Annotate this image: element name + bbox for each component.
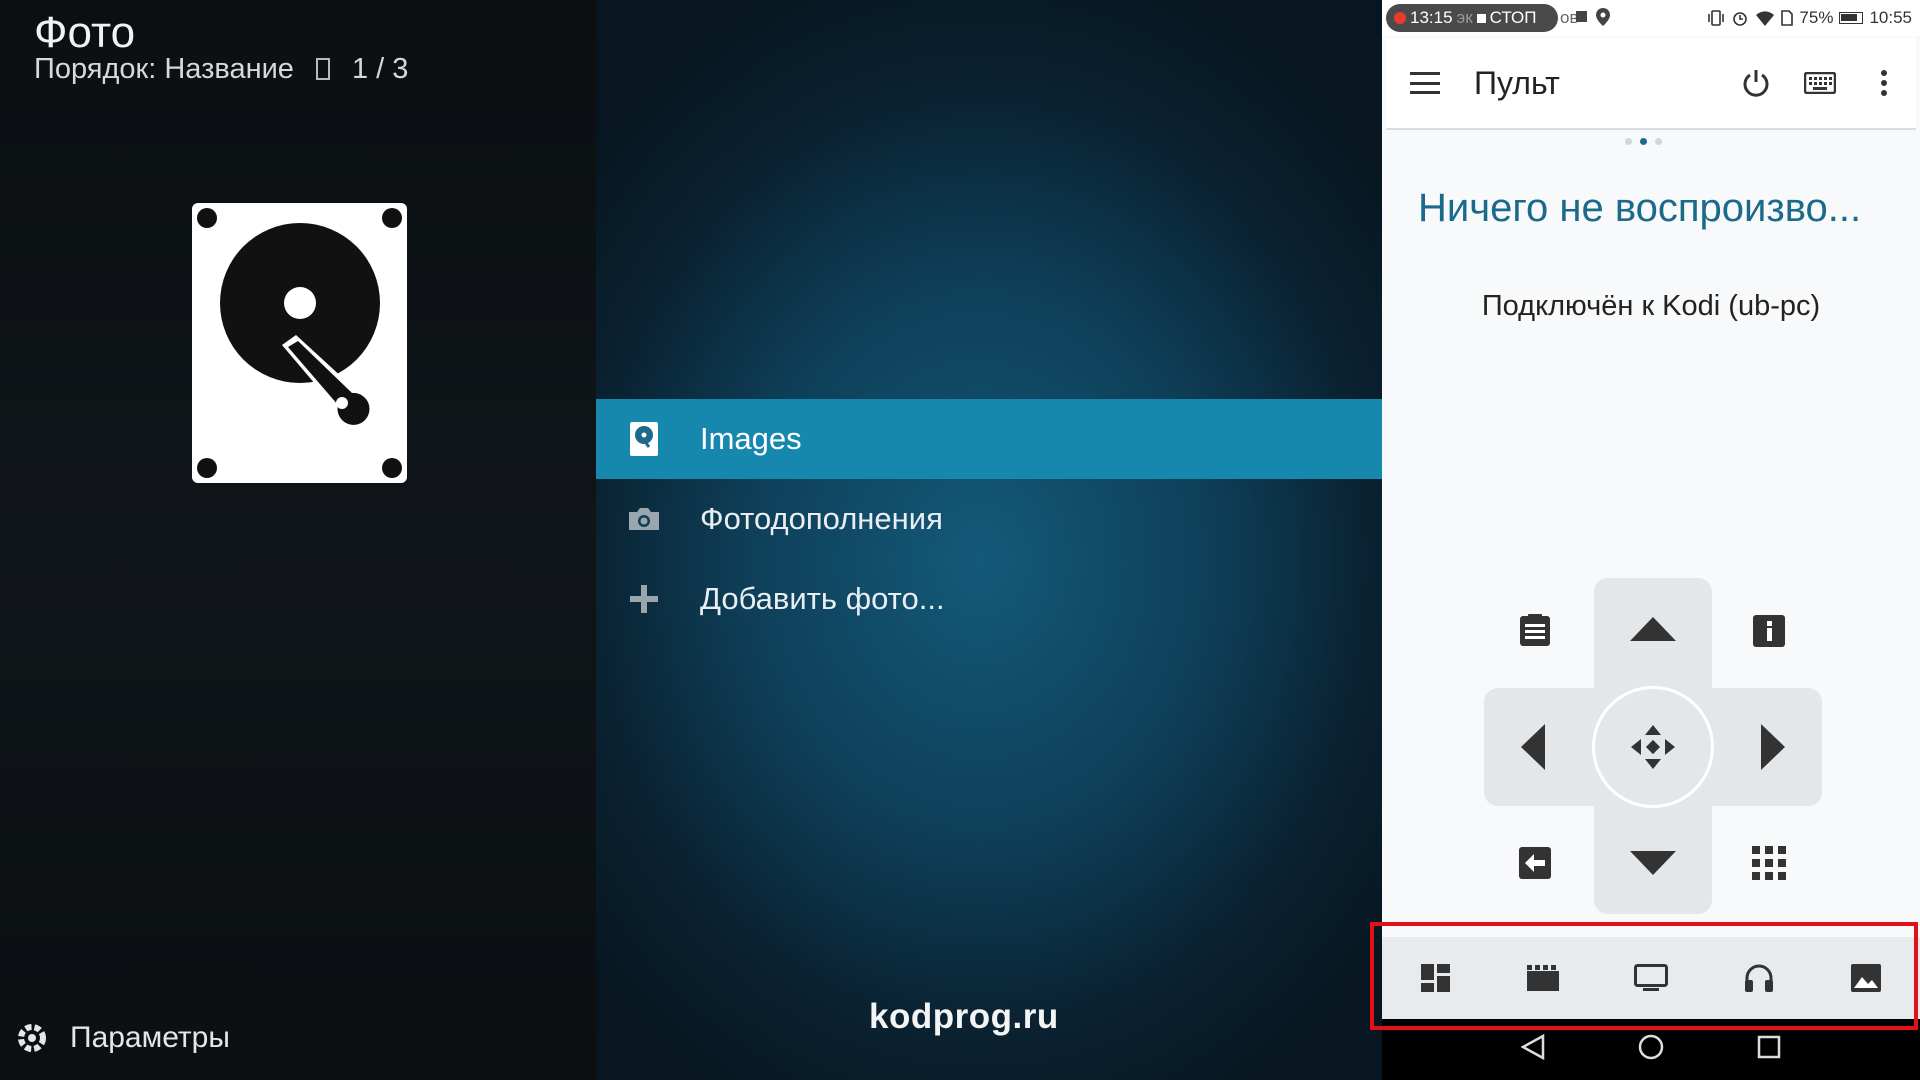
separator-icon (315, 58, 330, 80)
alarm-icon (1733, 12, 1748, 26)
power-icon (1743, 70, 1769, 97)
select-button[interactable] (1592, 686, 1714, 808)
page-counter: 1 / 3 (351, 53, 409, 85)
arrow-down-icon (1630, 851, 1676, 875)
record-dot-icon (1394, 12, 1406, 24)
plus-icon (626, 581, 662, 617)
arrow-right-icon (1761, 724, 1785, 770)
up-button[interactable] (1614, 598, 1692, 660)
battery-icon (1839, 12, 1864, 24)
power-button[interactable] (1736, 63, 1776, 103)
list-item-label: Images (700, 421, 802, 456)
square-recents-icon (1757, 1035, 1781, 1059)
nav-recents-button[interactable] (1757, 1035, 1781, 1064)
stop-label: СТОП (1489, 8, 1537, 27)
kodi-side-panel (0, 0, 596, 1080)
highlight-annotation (1370, 922, 1918, 1030)
gear-icon (14, 1020, 50, 1056)
select-icon (1631, 725, 1675, 769)
arrow-up-icon (1630, 617, 1676, 641)
kodi-window: Фото Порядок: Название 1 / 3 Images Фотод… (0, 0, 1382, 1080)
triangle-back-icon (1520, 1033, 1545, 1061)
sort-info: Порядок: Название 1 / 3 (34, 53, 408, 86)
obscured-text: эк (1456, 8, 1473, 27)
record-time: 13:15 (1410, 8, 1453, 27)
watermark: kodprog.ru (869, 997, 1059, 1036)
list-icon (1520, 614, 1550, 646)
source-list: Images Фотодополнения Добавить фото... (596, 399, 1382, 639)
sim-icon (1781, 10, 1794, 26)
status-right: 75% 10:55 (1707, 8, 1912, 28)
connection-status: Подключён к Kodi (ub-pc) (1481, 290, 1821, 322)
keyboard-button[interactable] (1800, 63, 1840, 103)
menu-icon[interactable] (1410, 72, 1440, 94)
page-dot-active (1640, 138, 1647, 145)
page-title: Фото (34, 8, 136, 57)
clock: 10:55 (1869, 8, 1912, 27)
list-item-images[interactable]: Images (596, 399, 1382, 479)
page-dot (1625, 138, 1632, 145)
screen-record-pill[interactable]: 13:15 эк СТОП (1386, 4, 1558, 32)
page-indicator (1625, 138, 1662, 145)
more-vert-icon (1881, 70, 1887, 96)
left-button[interactable] (1502, 708, 1564, 786)
settings-button[interactable]: Параметры (14, 1020, 230, 1056)
remote-app: 13:15 эк СТОП ов 75% 10:55 Пульт Ничего … (1382, 0, 1920, 1080)
wifi-icon (1756, 11, 1775, 26)
notification-icon (1576, 11, 1587, 22)
nav-home-button[interactable] (1637, 1033, 1665, 1066)
vibrate-icon (1708, 10, 1725, 26)
app-title: Пульт (1474, 64, 1560, 101)
disk-platter-icon (220, 223, 382, 435)
info-icon (1753, 615, 1785, 647)
numpad-button[interactable] (1746, 840, 1792, 886)
app-bar: Пульт (1386, 38, 1916, 130)
context-menu-button[interactable] (1512, 608, 1558, 654)
sort-label: Порядок: Название (34, 53, 294, 85)
arrow-left-icon (1521, 724, 1545, 770)
list-item-add-photos[interactable]: Добавить фото... (596, 559, 1382, 639)
page-dot (1655, 138, 1662, 145)
circle-home-icon (1638, 1034, 1664, 1060)
nav-back-button[interactable] (1520, 1033, 1545, 1065)
settings-label: Параметры (70, 1021, 230, 1054)
back-arrow-icon (1519, 847, 1551, 879)
hard-drive-icon (192, 203, 407, 483)
list-item-label: Фотодополнения (700, 501, 943, 536)
grid-icon (1752, 846, 1786, 880)
right-button[interactable] (1742, 708, 1804, 786)
back-button[interactable] (1512, 840, 1558, 886)
battery-percent: 75% (1799, 8, 1834, 27)
now-playing-title: Ничего не воспроизво... (1418, 186, 1862, 230)
location-icon (1596, 8, 1610, 26)
keyboard-icon (1804, 72, 1836, 94)
down-button[interactable] (1614, 832, 1692, 894)
status-bar: 13:15 эк СТОП ов 75% 10:55 (1382, 0, 1920, 36)
camera-icon (626, 501, 662, 537)
stop-icon (1476, 13, 1486, 23)
list-item-photo-addons[interactable]: Фотодополнения (596, 479, 1382, 559)
overflow-menu-button[interactable] (1864, 63, 1904, 103)
drive-icon (626, 421, 662, 457)
info-button[interactable] (1746, 608, 1792, 654)
list-item-label: Добавить фото... (700, 581, 945, 616)
